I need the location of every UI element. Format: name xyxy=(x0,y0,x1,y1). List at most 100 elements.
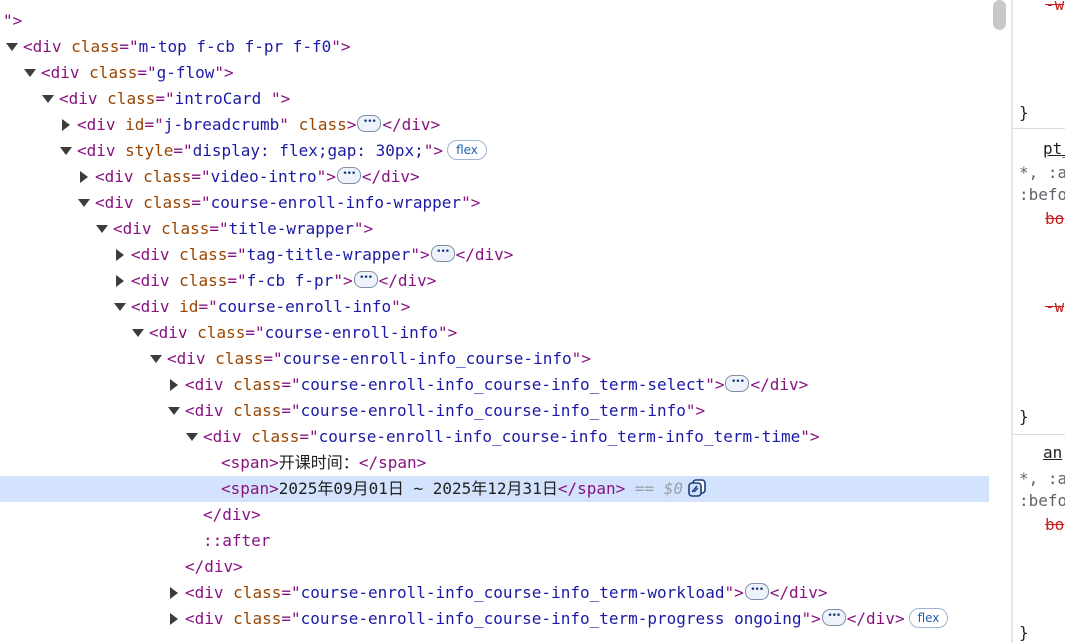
dom-node-row[interactable]: "> xyxy=(0,8,989,34)
collapsed-triangle-icon[interactable] xyxy=(59,112,73,138)
style-rule-fragment: an xyxy=(1043,443,1063,462)
attribute-name: class xyxy=(233,583,282,602)
tag-token: "> xyxy=(438,323,458,342)
dom-node-row[interactable]: <div class="course-enroll-info_course-in… xyxy=(0,603,989,632)
tag-token: <span> xyxy=(221,479,279,498)
expand-ellipsis-icon[interactable] xyxy=(821,603,846,629)
expanded-triangle-icon[interactable] xyxy=(77,190,91,216)
dom-node-row[interactable]: </div> xyxy=(0,554,989,580)
expand-ellipsis-icon[interactable] xyxy=(357,109,382,135)
tag-token: <div xyxy=(203,427,252,446)
tag-token: " xyxy=(279,115,299,134)
collapsed-triangle-icon[interactable] xyxy=(167,606,181,632)
copilot-icon[interactable] xyxy=(687,479,707,497)
attribute-name: class xyxy=(179,245,228,264)
dom-node-row[interactable]: <div class="g-flow"> xyxy=(0,60,989,86)
expand-ellipsis-icon[interactable] xyxy=(744,577,769,603)
collapsed-triangle-icon[interactable] xyxy=(167,372,181,398)
tag-token: <div xyxy=(41,63,90,82)
attribute-name: style xyxy=(125,141,174,160)
rule-separator xyxy=(1013,128,1065,129)
attribute-name: class xyxy=(143,167,192,186)
scrollbar-thumb[interactable] xyxy=(993,0,1006,30)
elements-dom-tree[interactable]: "> <div class="m-top f-cb f-pr f-f0"> <div… xyxy=(0,0,989,643)
dom-node-code: <div class="course-enroll-info_course-in… xyxy=(185,577,828,606)
expand-ellipsis-icon[interactable] xyxy=(430,239,455,265)
attribute-value: course-enroll-info xyxy=(264,323,438,342)
expanded-triangle-icon[interactable] xyxy=(113,294,127,320)
dom-node-row[interactable]: <div id="j-breadcrumb" class> </div> xyxy=(0,109,989,138)
styles-pane: -w} pt_ *, :a:befo bo -w} an *, :a:befo bo} xyxy=(1013,0,1065,643)
expand-ellipsis-icon[interactable] xyxy=(725,369,750,395)
attribute-name: class xyxy=(71,37,120,56)
dom-node-code: <div id="j-breadcrumb" class> </div> xyxy=(77,109,441,138)
tag-token: <div xyxy=(185,375,234,394)
collapsed-triangle-icon[interactable] xyxy=(77,164,91,190)
console-ref: == $0 xyxy=(625,479,684,498)
selected-dom-node[interactable]: <span>2025年09月01日 ~ 2025年12月31日</span> =… xyxy=(0,476,989,502)
expanded-triangle-icon[interactable] xyxy=(185,424,199,450)
attribute-value: course-enroll-info_course-info_term-sele… xyxy=(300,375,706,394)
tag-token: </div> xyxy=(361,167,420,186)
dom-node-row[interactable]: <div style="display: flex;gap: 30px;"> fl… xyxy=(0,138,989,164)
dom-node-row[interactable]: <div class="video-intro"> </div> xyxy=(0,161,989,190)
dom-node-row[interactable]: <div class="introCard "> xyxy=(0,86,989,112)
tag-token: "> xyxy=(571,349,591,368)
expanded-triangle-icon[interactable] xyxy=(23,60,37,86)
tag-token: "> xyxy=(353,219,374,238)
attribute-name: class xyxy=(233,609,282,628)
expanded-triangle-icon[interactable] xyxy=(59,138,73,164)
expanded-triangle-icon[interactable] xyxy=(131,320,145,346)
attribute-value: course-enroll-info_course-info_term-info xyxy=(300,401,686,420)
tag-token: "> xyxy=(800,427,820,446)
dom-node-row[interactable]: <div class="course-enroll-info"> xyxy=(0,320,989,346)
expanded-triangle-icon[interactable] xyxy=(95,216,109,242)
dom-node-row[interactable]: <div class="course-enroll-info_course-in… xyxy=(0,424,989,450)
style-rule-fragment: } xyxy=(1019,623,1029,642)
dom-node-code: <div class="course-enroll-info_course-in… xyxy=(167,346,591,372)
tag-token: <div xyxy=(131,271,180,290)
tag-token: =" xyxy=(263,349,283,368)
flex-badge[interactable]: flex xyxy=(447,140,487,160)
dom-tree-scrollbar[interactable] xyxy=(989,0,1011,643)
expanded-triangle-icon[interactable] xyxy=(41,86,55,112)
collapsed-triangle-icon[interactable] xyxy=(113,268,127,294)
attribute-name: class xyxy=(215,349,264,368)
tag-token: <div xyxy=(77,115,126,134)
attribute-name: class xyxy=(197,323,246,342)
dom-node-row[interactable]: <div class="course-enroll-info_course-in… xyxy=(0,398,989,424)
dom-node-row[interactable]: <div class="title-wrapper"> xyxy=(0,216,989,242)
attribute-value: title-wrapper xyxy=(228,219,354,238)
collapsed-triangle-icon[interactable] xyxy=(113,242,127,268)
dom-node-row[interactable]: <div class="course-enroll-info_course-in… xyxy=(0,346,989,372)
attribute-value: course-enroll-info_course-info xyxy=(282,349,572,368)
tag-token: "> xyxy=(461,193,481,212)
attribute-value: j-breadcrumb xyxy=(163,115,280,134)
expand-ellipsis-icon[interactable] xyxy=(336,161,361,187)
dom-node-row[interactable]: </div> xyxy=(0,502,989,528)
flex-badge[interactable]: flex xyxy=(908,608,949,628)
collapsed-triangle-icon[interactable] xyxy=(167,580,181,606)
expanded-triangle-icon[interactable] xyxy=(167,398,181,424)
dom-node-row[interactable]: <div class="f-cb f-pr"> </div> xyxy=(0,265,989,294)
dom-node-row[interactable]: <div class="course-enroll-info_course-in… xyxy=(0,369,989,398)
dom-node-code: <div class="course-enroll-info"> xyxy=(149,320,457,346)
dom-node-row[interactable]: <div class="course-enroll-info-wrapper"> xyxy=(0,190,989,216)
dom-node-row[interactable]: ::after xyxy=(0,528,989,554)
attribute-name: class xyxy=(89,63,138,82)
tag-token: <div xyxy=(185,609,234,628)
dom-node-code: "> xyxy=(3,8,22,34)
dom-node-row[interactable]: <div class="tag-title-wrapper"> </div> xyxy=(0,239,989,268)
tag-token: </div> xyxy=(455,245,514,264)
dom-node-code: <div class="f-cb f-pr"> </div> xyxy=(131,265,436,294)
expanded-triangle-icon[interactable] xyxy=(5,34,19,60)
tag-token: <div xyxy=(95,167,144,186)
expanded-triangle-icon[interactable] xyxy=(149,346,163,372)
dom-node-row[interactable]: <div class="m-top f-cb f-pr f-f0"> xyxy=(0,34,989,60)
style-rule-fragment: *, :a xyxy=(1019,469,1065,488)
dom-node-row[interactable]: <div id="course-enroll-info"> xyxy=(0,294,989,320)
expand-ellipsis-icon[interactable] xyxy=(353,265,378,291)
dom-node-row[interactable]: <span>开课时间：</span> xyxy=(0,450,989,476)
dom-node-code: <div class="course-enroll-info_course-in… xyxy=(203,424,820,450)
tag-token: </div> xyxy=(382,115,441,134)
